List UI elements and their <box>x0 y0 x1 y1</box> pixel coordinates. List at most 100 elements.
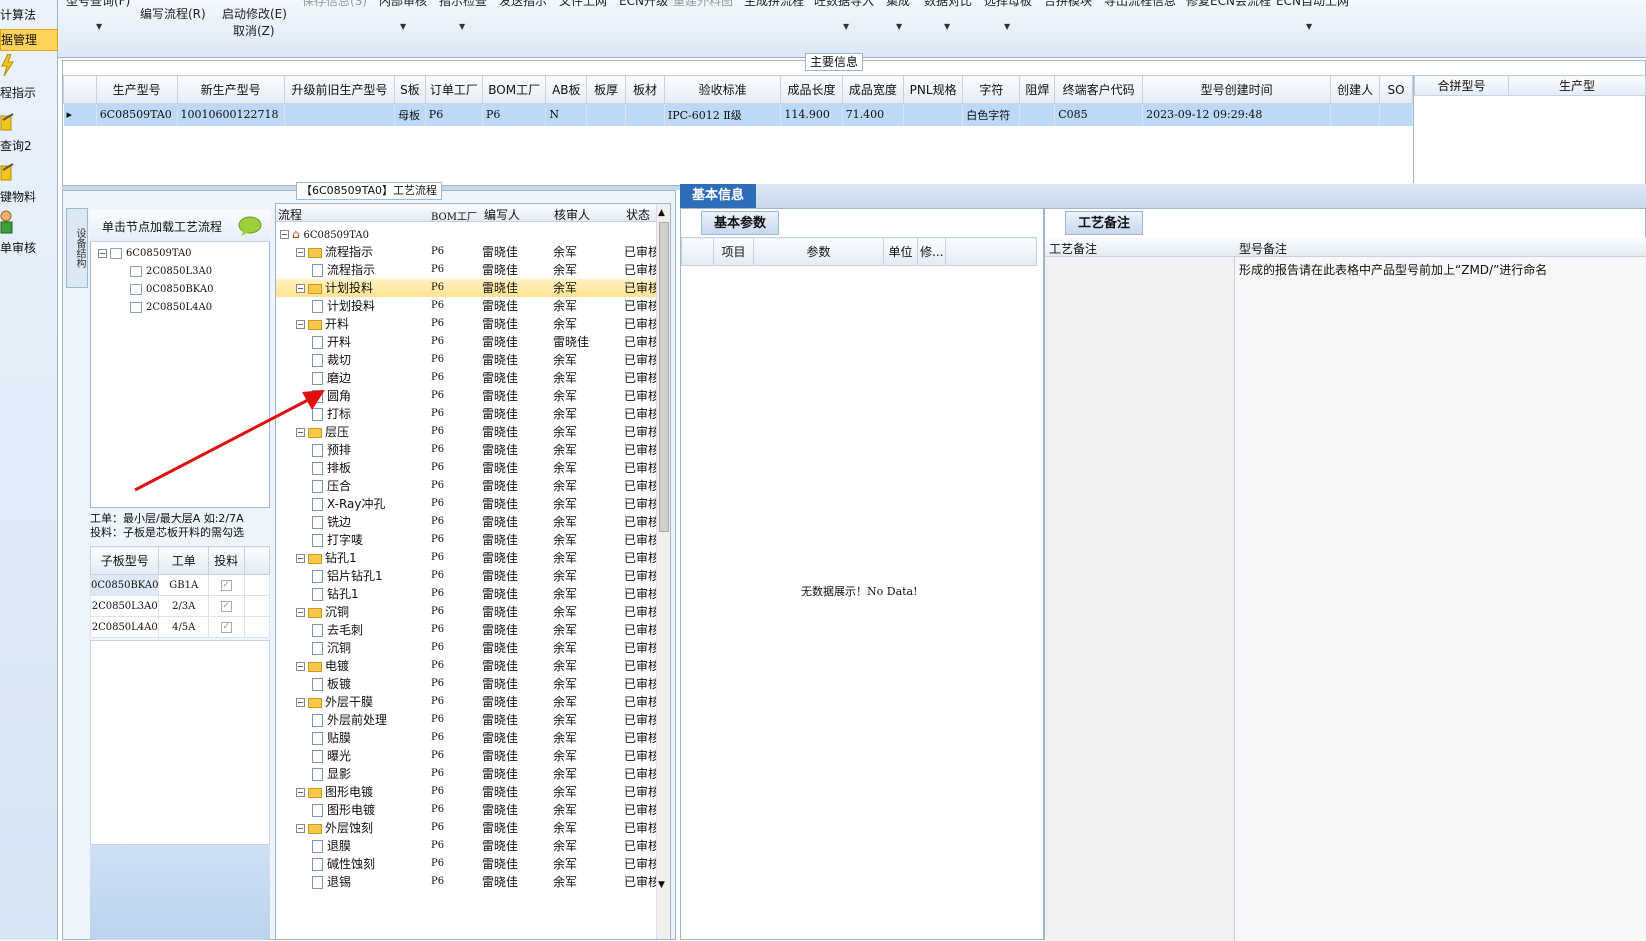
tab-basic-info[interactable]: 基本信息 <box>680 184 757 208</box>
tb-repair-ecn-button[interactable]: 修复ECN会流程 <box>1186 0 1271 9</box>
cell[interactable]: 4/5A <box>158 616 210 638</box>
cell[interactable]: 2C0850L3A0 <box>89 595 160 617</box>
table-row[interactable]: ▸ 6C08509TA0 10010600122718 母板 P6 P6 N I… <box>63 103 1413 126</box>
col-header[interactable]: BOM工厂 <box>482 75 547 104</box>
cell[interactable] <box>903 103 964 126</box>
tab-basic-params[interactable]: 基本参数 <box>701 211 780 235</box>
col-header[interactable]: 型号创建时间 <box>1142 75 1332 104</box>
flow-row[interactable]: X-Ray冲孔 P6 雷晓佳 余军 已审核 <box>276 495 656 513</box>
flow-row[interactable]: 钻孔1 P6 雷晓佳 余军 已审核 <box>276 585 656 603</box>
col-header[interactable]: 创建人 <box>1330 75 1381 104</box>
tb-check-button[interactable]: 指示检查 <box>439 0 487 9</box>
cell[interactable] <box>284 103 396 126</box>
tb-gen-flow-button[interactable]: 生成拼流程 <box>744 0 804 9</box>
flow-row[interactable]: 预排 P6 雷晓佳 余军 已审核 <box>276 441 656 459</box>
tree-node[interactable]: 2C0850L4A0 <box>130 302 212 313</box>
flow-row[interactable]: − 沉铜 P6 雷晓佳 余军 已审核 <box>276 603 656 621</box>
cell[interactable]: GB1A <box>158 574 210 596</box>
cell[interactable] <box>625 103 665 126</box>
col-header[interactable]: 子板型号 <box>89 546 160 575</box>
cell[interactable]: 6C08509TA0 <box>96 103 178 126</box>
nav-item-flow-instruct[interactable]: 程指示 <box>0 84 58 101</box>
tree-node-root[interactable]: − 6C08509TA0 <box>98 248 192 259</box>
cell[interactable]: 114.900 <box>780 103 843 126</box>
cell[interactable] <box>586 103 627 126</box>
flow-row[interactable]: − 流程指示 P6 雷晓佳 余军 已审核 <box>276 243 656 261</box>
tb-file-online-button[interactable]: 文件上网 <box>559 0 607 9</box>
flow-root[interactable]: − ⌂ 6C08509TA0 <box>276 225 656 243</box>
cell[interactable]: 2/3A <box>158 595 210 617</box>
flow-row[interactable]: 压合 P6 雷晓佳 余军 已审核 <box>276 477 656 495</box>
table-row[interactable]: 2C0850L3A0 2/3A ✓ <box>89 595 271 617</box>
flow-row[interactable]: − 电镀 P6 雷晓佳 余军 已审核 <box>276 657 656 675</box>
col-header[interactable]: 订单工厂 <box>424 75 484 104</box>
chevron-down-icon[interactable]: ▼ <box>896 22 902 31</box>
col-header[interactable]: PNL规格 <box>902 75 964 104</box>
tb-ecn-upgrade-button[interactable]: ECN升级 <box>619 0 668 9</box>
flow-row[interactable]: − 图形电镀 P6 雷晓佳 余军 已审核 <box>276 783 656 801</box>
tree-node[interactable]: 2C0850L3A0 <box>130 266 212 277</box>
cell[interactable]: 白色字符 <box>962 103 1021 126</box>
col-header[interactable]: 生产型 <box>1508 75 1646 96</box>
col-header[interactable]: 参数 <box>753 237 884 266</box>
cell[interactable]: N <box>545 103 588 126</box>
cell[interactable]: 2C0850L4A0 <box>89 616 160 638</box>
cell[interactable]: P6 <box>482 103 547 126</box>
col-header[interactable]: 生产型号 <box>95 75 178 104</box>
col-header[interactable]: 工单 <box>158 546 210 575</box>
tb-compare-button[interactable]: 数据对比 <box>924 0 972 9</box>
flow-row[interactable]: 板镀 P6 雷晓佳 余军 已审核 <box>276 675 656 693</box>
col-header[interactable]: 阻焊 <box>1019 75 1056 104</box>
col-header[interactable]: 合拼型号 <box>1414 75 1509 96</box>
collapse-icon[interactable]: − <box>98 249 107 258</box>
cell[interactable] <box>1330 103 1381 126</box>
scroll-down-icon[interactable]: ▼ <box>658 880 665 890</box>
flow-row[interactable]: 磨边 P6 雷晓佳 余军 已审核 <box>276 369 656 387</box>
scroll-up-icon[interactable]: ▲ <box>658 208 665 218</box>
collapse-icon[interactable]: − <box>296 554 305 563</box>
flow-row[interactable]: 贴膜 P6 雷晓佳 余军 已审核 <box>276 729 656 747</box>
flow-row[interactable]: −层压P6雷晓佳余军已审核 <box>276 423 656 441</box>
cell[interactable] <box>1379 103 1413 126</box>
col-header[interactable]: 流程 <box>278 206 302 223</box>
flow-row[interactable]: 打标 P6 雷晓佳 余军 已审核 <box>276 405 656 423</box>
cell[interactable]: IPC-6012 Ⅱ级 <box>664 103 782 126</box>
cell[interactable]: 71.400 <box>842 103 905 126</box>
tb-model-query-button[interactable]: 型号查询(F) <box>66 0 130 9</box>
cell[interactable]: 0C0850BKA0 <box>89 574 160 596</box>
col-header[interactable]: 终端客户代码 <box>1054 75 1144 104</box>
cell[interactable] <box>1019 103 1056 126</box>
flow-row[interactable]: 退锡 P6 雷晓佳 余军 已审核 <box>276 873 656 891</box>
craft-note-field[interactable] <box>1045 257 1235 941</box>
chevron-down-icon[interactable]: ▼ <box>1306 22 1312 31</box>
col-header[interactable]: 字符 <box>962 75 1021 104</box>
collapse-icon[interactable]: − <box>296 248 305 257</box>
tb-send-button[interactable]: 发送指示 <box>499 0 547 9</box>
checkbox[interactable]: ✓ <box>208 616 245 638</box>
col-header[interactable]: 型号备注 <box>1235 237 1646 257</box>
flow-row[interactable]: − 开料 P6 雷晓佳 余军 已审核 <box>276 315 656 333</box>
tb-export-flow-button[interactable]: 导出流程信息 <box>1104 0 1176 9</box>
flow-row[interactable]: 裁切 P6 雷晓佳 余军 已审核 <box>276 351 656 369</box>
tb-data-import-button[interactable]: 旺数据导入 <box>814 0 874 9</box>
chevron-down-icon[interactable]: ▼ <box>400 22 406 31</box>
tb-save-button[interactable]: 保存信息(S) <box>302 0 367 9</box>
flow-row[interactable]: 外层前处理 P6 雷晓佳 余军 已审核 <box>276 711 656 729</box>
collapse-icon[interactable]: − <box>280 230 289 239</box>
flow-row[interactable]: − 外层蚀刻 P6 雷晓佳 余军 已审核 <box>276 819 656 837</box>
model-note-field[interactable]: 形成的报告请在此表格中产品型号前加上“ZMD/”进行命名 <box>1235 257 1646 941</box>
col-header[interactable]: S板 <box>394 75 426 104</box>
flow-row[interactable]: − 计划投料 P6 雷晓佳 余军 已审核 <box>276 279 656 297</box>
collapse-icon[interactable]: − <box>296 824 305 833</box>
col-header[interactable]: SO <box>1379 75 1413 104</box>
tb-start-modify-button[interactable]: 启动修改(E) <box>222 5 287 22</box>
comment-icon[interactable] <box>238 216 262 236</box>
collapse-icon[interactable]: − <box>296 662 305 671</box>
chevron-down-icon[interactable]: ▼ <box>1004 22 1010 31</box>
collapse-icon[interactable]: − <box>296 788 305 797</box>
col-header[interactable]: 升级前旧生产型号 <box>283 75 396 104</box>
cell[interactable]: 10010600122718 <box>177 103 285 126</box>
col-header[interactable]: 新生产型号 <box>176 75 285 104</box>
flow-row[interactable]: 沉铜 P6 雷晓佳 余军 已审核 <box>276 639 656 657</box>
col-header[interactable]: 板厚 <box>586 75 627 104</box>
